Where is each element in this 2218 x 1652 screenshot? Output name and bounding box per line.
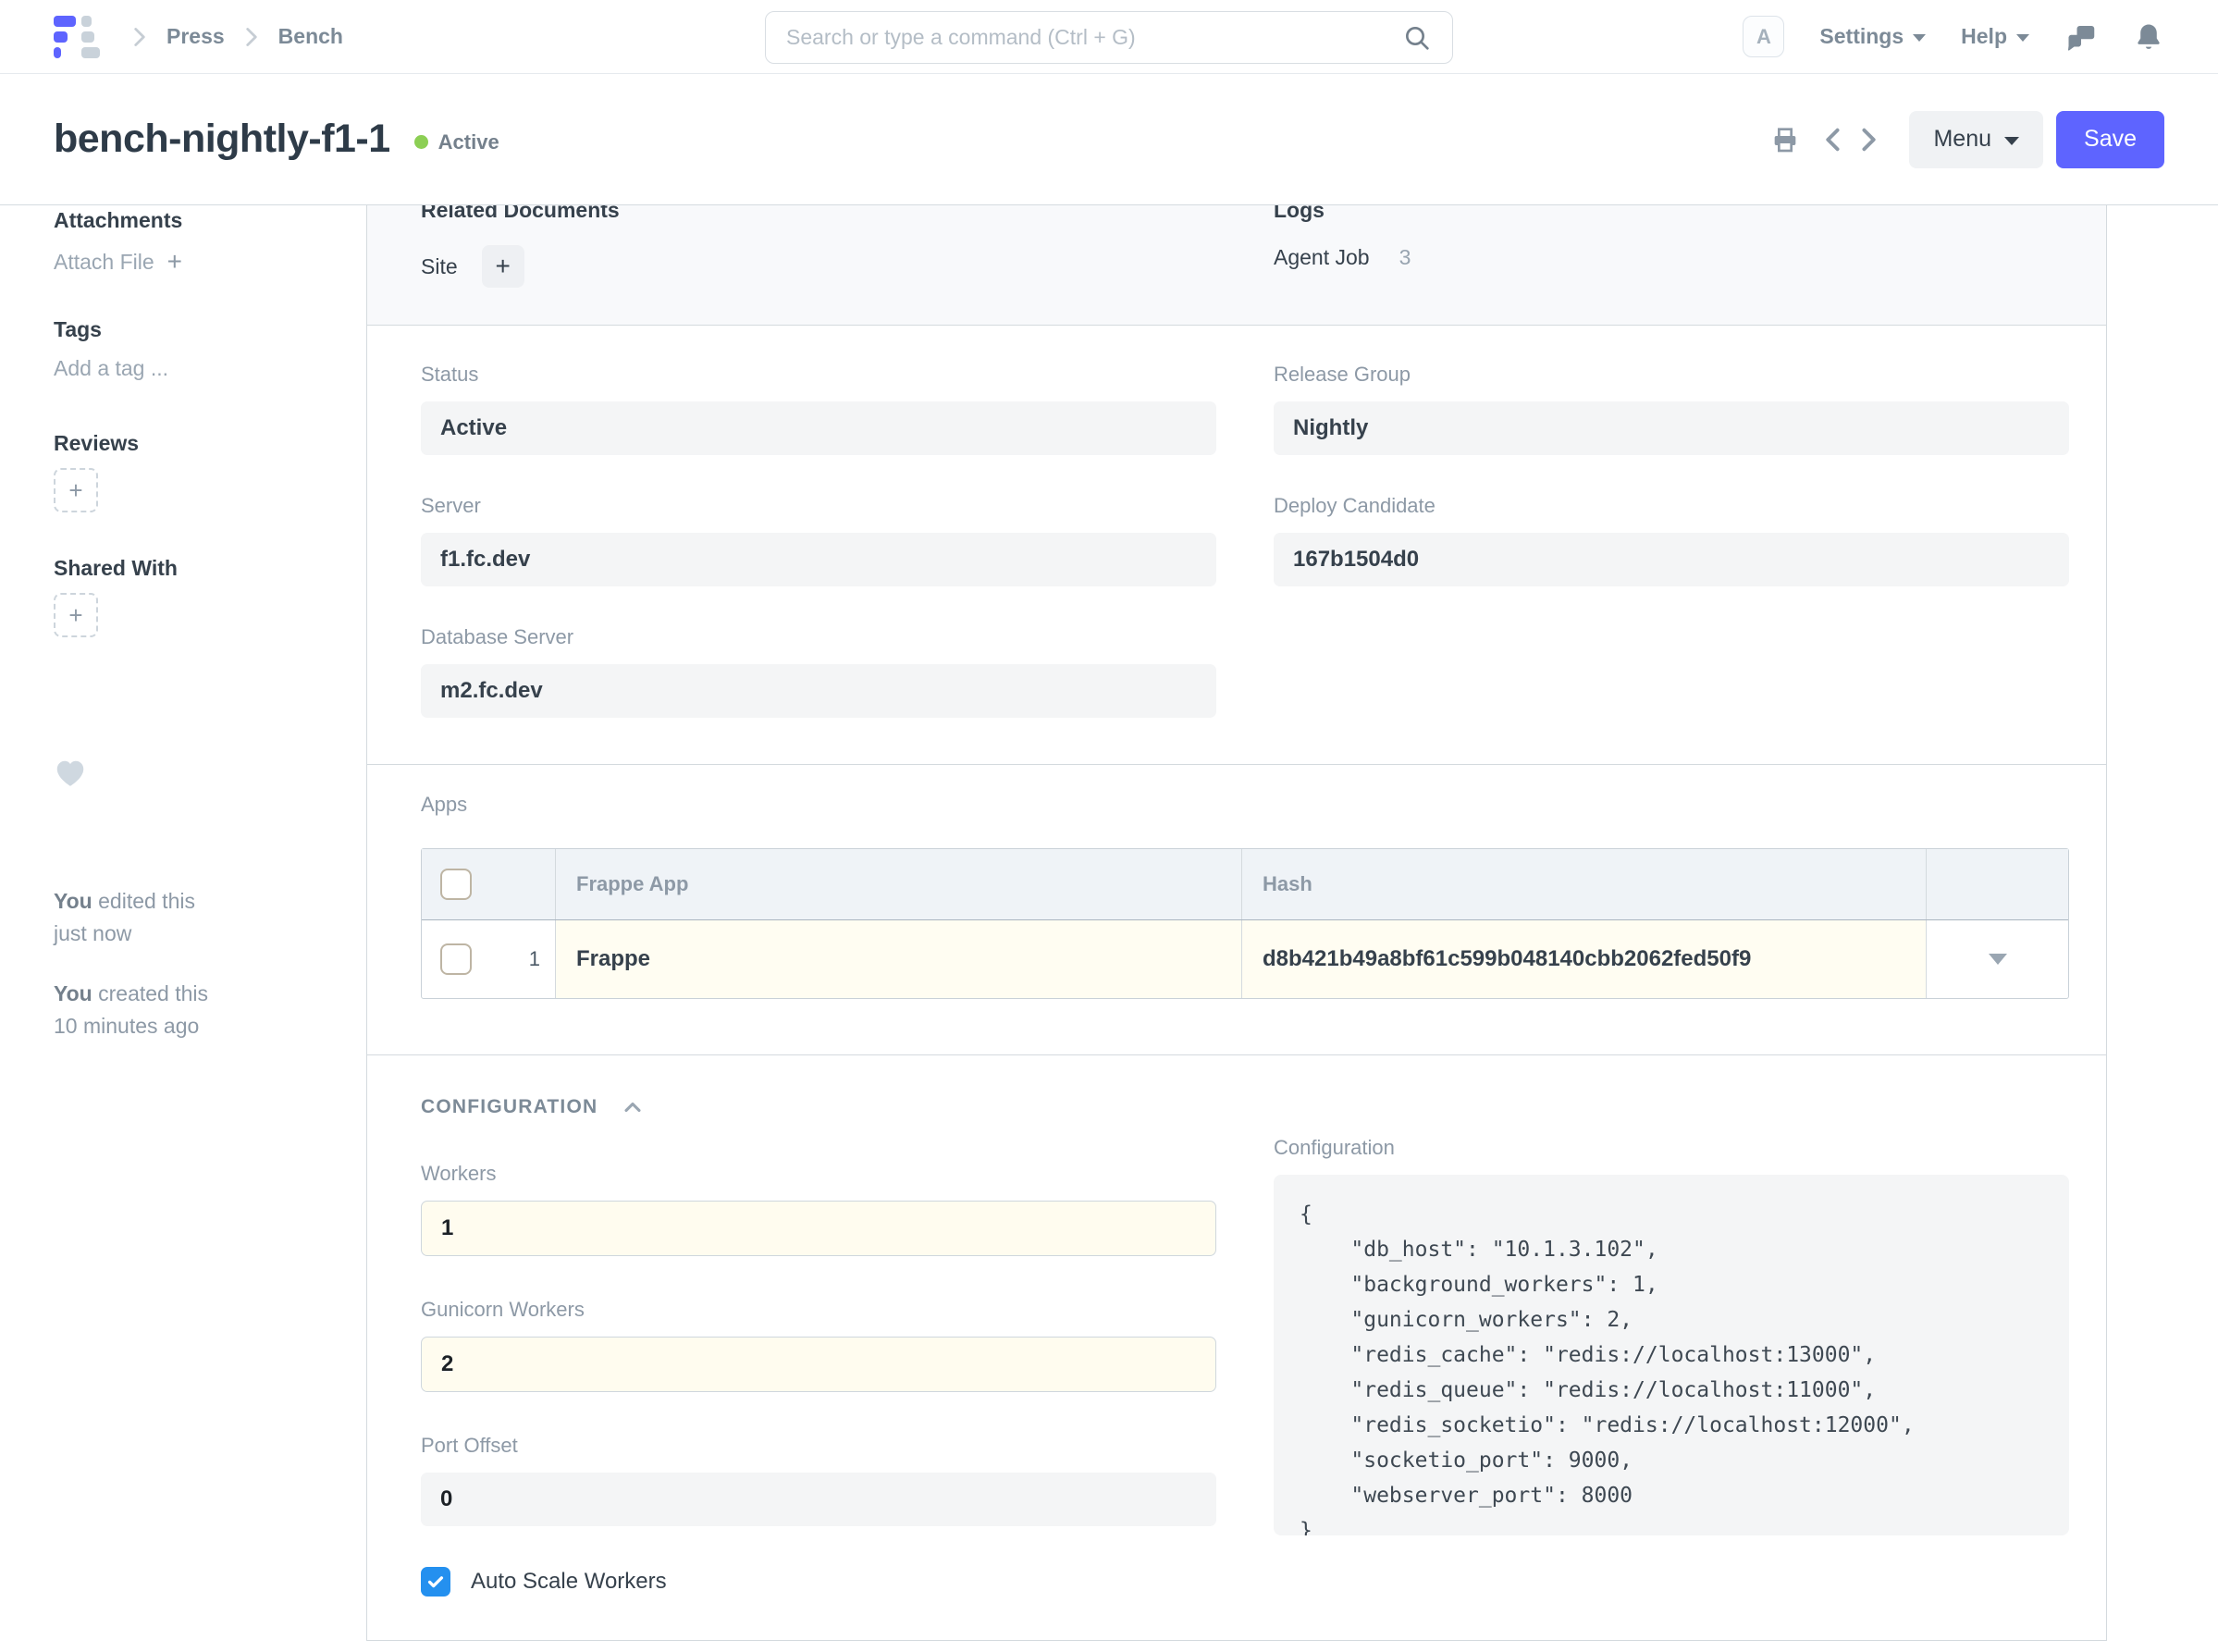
logs-heading: Logs [1274, 205, 2052, 223]
add-review-button[interactable]: + [54, 468, 98, 512]
row-index: 1 [529, 947, 540, 971]
status-indicator: Active [414, 130, 499, 154]
configuration-json-label: Configuration [1274, 1136, 2069, 1160]
row-checkbox[interactable] [440, 943, 472, 975]
add-site-button[interactable]: + [482, 245, 524, 288]
port-offset-field: Port Offset 0 [421, 1434, 1274, 1526]
status-field: Status Active [421, 363, 1274, 455]
user-avatar[interactable]: A [1743, 16, 1784, 57]
edited-when: just now [54, 921, 131, 945]
field-label: Workers [421, 1162, 1274, 1186]
search-placeholder: Search or type a command (Ctrl + G) [786, 25, 1402, 50]
column-header-frappe-app[interactable]: Frappe App [576, 872, 688, 896]
configuration-section: CONFIGURATION Workers 1 Gunicorn Workers… [367, 1055, 2106, 1640]
field-label: Database Server [421, 625, 1274, 649]
created-when: 10 minutes ago [54, 1014, 199, 1038]
reviews-heading: Reviews [54, 430, 366, 456]
hash-cell[interactable]: d8b421b49a8bf61c599b048140cbb2062fed50f9 [1263, 946, 1751, 972]
apps-table: Frappe App Hash 1 Frappe d8b421b49a8bf61… [421, 848, 2069, 999]
field-label: Server [421, 494, 1274, 518]
chevron-down-icon [2016, 34, 2029, 42]
row-expand-dropdown-icon[interactable] [1989, 954, 2007, 965]
bell-icon[interactable] [2133, 21, 2164, 53]
auto-scale-checkbox[interactable] [421, 1567, 450, 1597]
status-value[interactable]: Active [421, 401, 1216, 455]
gunicorn-workers-input[interactable]: 2 [421, 1337, 1216, 1392]
chevron-right-icon[interactable] [1855, 125, 1881, 154]
app-logo-icon[interactable] [54, 16, 94, 58]
configuration-collapse-toggle[interactable]: CONFIGURATION [421, 1094, 1274, 1120]
help-menu[interactable]: Help [1961, 24, 2029, 49]
add-share-button[interactable]: + [54, 593, 98, 637]
tags-heading: Tags [54, 316, 366, 342]
attach-file-button[interactable]: Attach File + [54, 248, 366, 276]
breadcrumb-bench[interactable]: Bench [278, 24, 343, 49]
agent-job-link[interactable]: Agent Job [1274, 245, 1370, 270]
chevron-up-icon [620, 1094, 646, 1120]
auto-scale-label: Auto Scale Workers [471, 1569, 667, 1595]
page-title: bench-nightly-f1-1 [54, 117, 390, 162]
top-navbar: Press Bench Search or type a command (Ct… [0, 0, 2218, 74]
chevron-down-icon [1913, 34, 1926, 42]
status-dot-icon [414, 135, 428, 149]
database-server-value[interactable]: m2.fc.dev [421, 664, 1216, 718]
release-group-value[interactable]: Nightly [1274, 401, 2069, 455]
field-label: Deploy Candidate [1274, 494, 2069, 518]
form-dashboard: Related Documents Site + Logs Agent Job … [367, 205, 2106, 326]
deploy-candidate-value[interactable]: 167b1504d0 [1274, 533, 2069, 586]
form-sidebar: Attachments Attach File + Tags Add a tag… [0, 205, 366, 1042]
save-button[interactable]: Save [2056, 111, 2164, 168]
auto-scale-workers-field: Auto Scale Workers [421, 1567, 1274, 1597]
related-documents-heading: Related Documents [421, 205, 1274, 223]
select-all-checkbox[interactable] [440, 869, 472, 900]
database-server-field: Database Server m2.fc.dev [421, 625, 1274, 718]
menu-button[interactable]: Menu [1909, 111, 2043, 168]
attachments-heading: Attachments [54, 207, 366, 233]
chevron-right-icon [240, 23, 264, 51]
search-icon [1402, 23, 1432, 53]
status-indicator-label: Active [438, 130, 499, 154]
apps-label: Apps [421, 793, 2052, 817]
details-section: Status Active Server f1.fc.dev Database … [367, 326, 2106, 765]
created-info: You created this 10 minutes ago [54, 978, 366, 1042]
deploy-candidate-field: Deploy Candidate 167b1504d0 [1274, 494, 2069, 586]
column-header-hash[interactable]: Hash [1263, 872, 1312, 896]
site-link[interactable]: Site [421, 254, 458, 279]
chevron-down-icon [2004, 137, 2019, 145]
chevron-right-icon [128, 23, 152, 51]
form-body: Related Documents Site + Logs Agent Job … [366, 205, 2107, 1641]
chat-icon[interactable] [2064, 20, 2098, 54]
like-heart-icon[interactable] [54, 758, 366, 793]
app-name-cell[interactable]: Frappe [576, 946, 650, 972]
table-row: 1 Frappe d8b421b49a8bf61c599b048140cbb20… [422, 920, 2068, 998]
apps-section: Apps Frappe App Hash 1 Frappe d8b421b49a… [367, 765, 2106, 1055]
field-label: Release Group [1274, 363, 2069, 387]
add-tag-input[interactable]: Add a tag ... [54, 354, 366, 382]
field-label: Port Offset [421, 1434, 1274, 1458]
shared-with-heading: Shared With [54, 555, 366, 581]
breadcrumb: Press Bench [128, 23, 343, 51]
release-group-field: Release Group Nightly [1274, 363, 2069, 455]
gunicorn-workers-field: Gunicorn Workers 2 [421, 1298, 1274, 1392]
edited-info: You edited this just now [54, 885, 366, 950]
workers-input[interactable]: 1 [421, 1201, 1216, 1256]
configuration-section-title: CONFIGURATION [421, 1096, 598, 1118]
configuration-json-block: { "db_host": "10.1.3.102", "background_w… [1274, 1175, 2069, 1535]
print-icon[interactable] [1770, 125, 1800, 154]
search-input[interactable]: Search or type a command (Ctrl + G) [765, 11, 1453, 64]
agent-job-count: 3 [1399, 245, 1411, 270]
page-head: bench-nightly-f1-1 Active Menu Save [0, 74, 2218, 205]
apps-table-header: Frappe App Hash [422, 849, 2068, 920]
server-value[interactable]: f1.fc.dev [421, 533, 1216, 586]
workers-field: Workers 1 [421, 1162, 1274, 1256]
port-offset-input[interactable]: 0 [421, 1473, 1216, 1526]
plus-icon: + [167, 248, 182, 276]
configuration-json-content: { "db_host": "10.1.3.102", "background_w… [1300, 1197, 2043, 1535]
chevron-left-icon[interactable] [1820, 125, 1846, 154]
field-label: Gunicorn Workers [421, 1298, 1274, 1322]
field-label: Status [421, 363, 1274, 387]
breadcrumb-press[interactable]: Press [166, 24, 225, 49]
server-field: Server f1.fc.dev [421, 494, 1274, 586]
settings-menu[interactable]: Settings [1819, 24, 1926, 49]
